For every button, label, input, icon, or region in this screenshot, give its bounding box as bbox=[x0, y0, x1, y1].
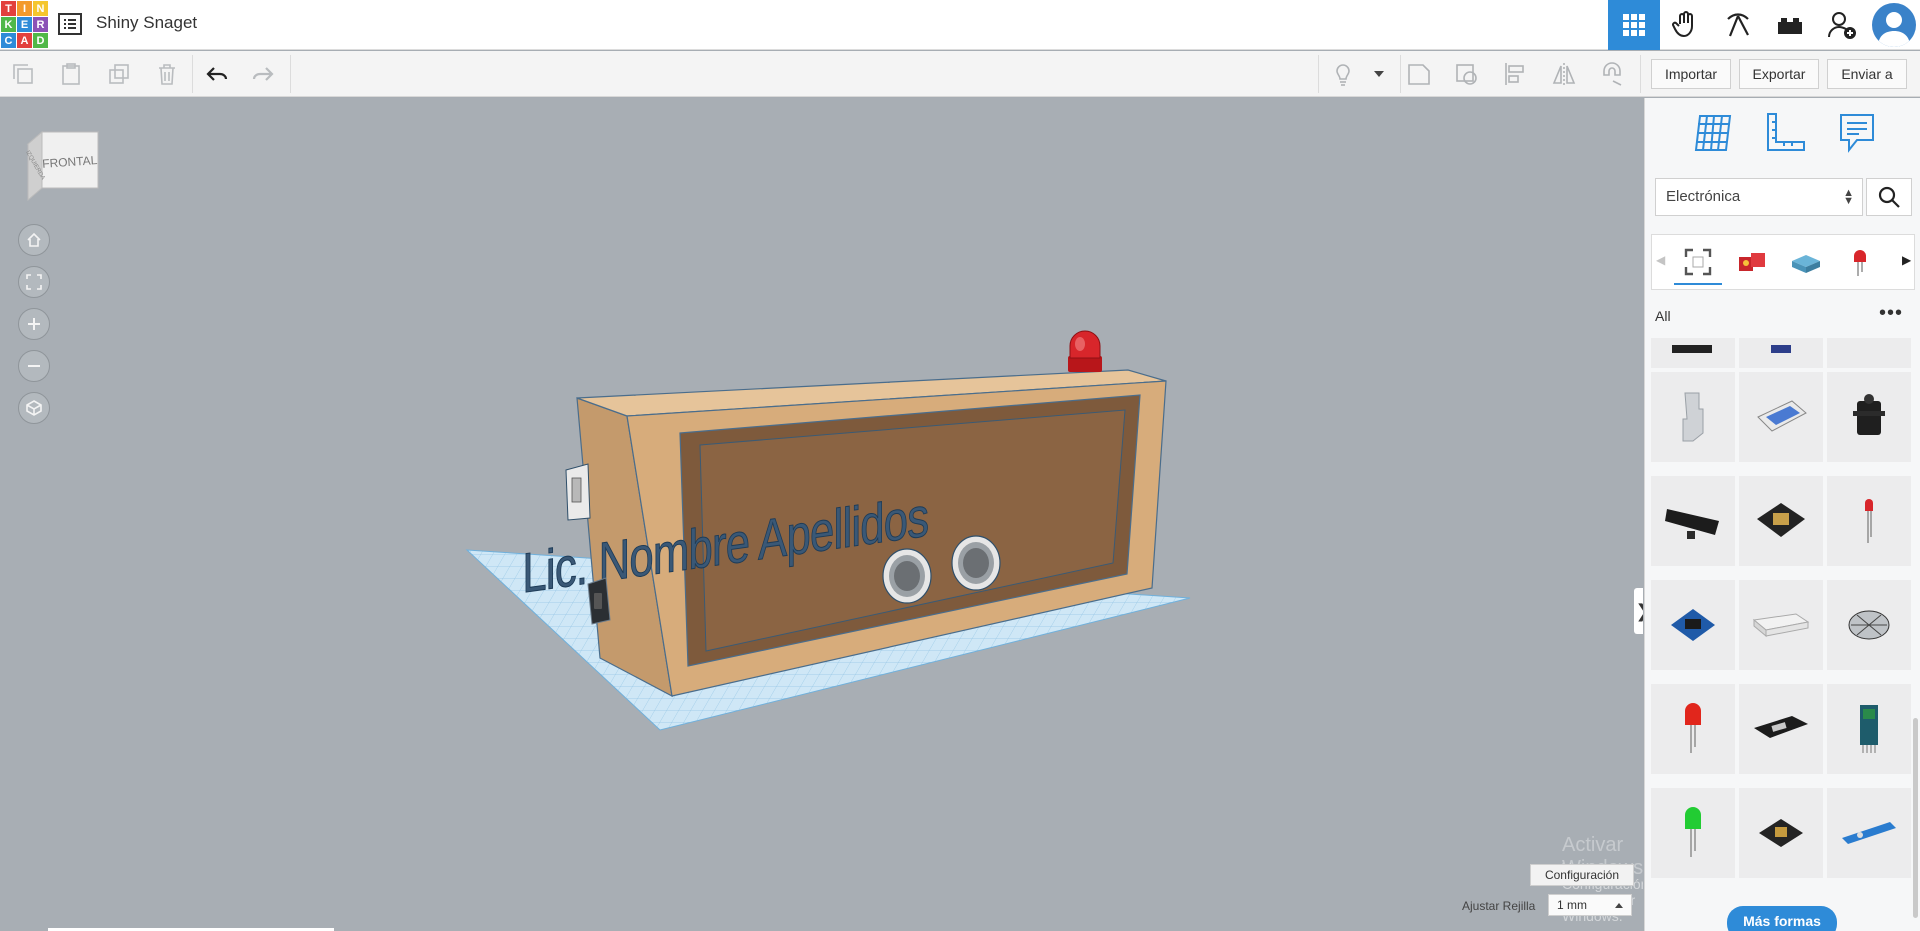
strip-right-arrow-icon[interactable]: ▶ bbox=[1902, 253, 1912, 269]
breakout-board-tile[interactable] bbox=[1739, 684, 1825, 776]
import-button[interactable]: Importar bbox=[1651, 59, 1731, 89]
shape-category-strip: ◀ ▶ bbox=[1651, 234, 1915, 290]
send-to-button[interactable]: Enviar a bbox=[1827, 59, 1907, 89]
paste-icon[interactable] bbox=[58, 61, 84, 87]
microcontroller-board-tile[interactable] bbox=[1739, 476, 1825, 568]
green-led-tile[interactable] bbox=[1651, 788, 1737, 880]
logo-letter: D bbox=[33, 33, 48, 48]
settings-button[interactable]: Configuración bbox=[1530, 864, 1634, 886]
battery-holder-tile[interactable] bbox=[1739, 580, 1825, 672]
3d-scene[interactable]: Lic. Nombre Apellidos bbox=[0, 98, 1643, 931]
top-bar: TIN KER CAD Shiny Snaget bbox=[0, 0, 1920, 50]
ruler-icon[interactable] bbox=[1762, 110, 1808, 156]
snap-grid-select[interactable]: 1 mm bbox=[1548, 894, 1632, 916]
add-user-icon[interactable] bbox=[1816, 0, 1868, 50]
usb-port[interactable] bbox=[565, 463, 591, 521]
logo-letter: C bbox=[1, 33, 16, 48]
robot-shapes-tab[interactable] bbox=[1728, 241, 1776, 285]
sensor-strip-tile[interactable] bbox=[1827, 788, 1913, 880]
power-switch[interactable] bbox=[587, 577, 611, 625]
pickaxe-icon[interactable] bbox=[1712, 0, 1764, 50]
chevron-up-icon bbox=[1615, 903, 1623, 908]
lcd-display-tile[interactable] bbox=[1739, 372, 1825, 464]
logo-letter: R bbox=[33, 17, 48, 32]
shape-category-select[interactable]: Electrónica ▲ ▼ bbox=[1655, 178, 1863, 216]
logo-letter: A bbox=[17, 33, 32, 48]
light-bulb-icon[interactable] bbox=[1330, 61, 1356, 87]
mirror-icon[interactable] bbox=[1551, 61, 1577, 87]
copy-icon[interactable] bbox=[10, 61, 36, 87]
workplane-icon[interactable] bbox=[1690, 110, 1736, 156]
sensor-shapes-tab[interactable] bbox=[1782, 241, 1830, 285]
top-nav bbox=[1608, 0, 1920, 50]
align-icon[interactable] bbox=[1503, 61, 1529, 87]
vibration-motor-tile[interactable] bbox=[1827, 580, 1913, 672]
strip-left-arrow-icon[interactable]: ◀ bbox=[1656, 253, 1666, 269]
ungroup-shape-icon[interactable] bbox=[1454, 61, 1480, 87]
logo-letter: I bbox=[17, 1, 32, 16]
duplicate-icon[interactable] bbox=[106, 61, 132, 87]
red-led[interactable] bbox=[1068, 330, 1102, 372]
delete-icon[interactable] bbox=[154, 61, 180, 87]
tinkercad-logo[interactable]: TIN KER CAD bbox=[0, 0, 48, 48]
export-button[interactable]: Exportar bbox=[1739, 59, 1819, 89]
logo-letter: E bbox=[17, 17, 32, 32]
logo-letter: N bbox=[33, 1, 48, 16]
led-shapes-tab[interactable] bbox=[1836, 241, 1884, 285]
snap-grid-value: 1 mm bbox=[1557, 898, 1587, 912]
edit-toolbar: Importar Exportar Enviar a bbox=[0, 51, 1920, 97]
undo-icon[interactable] bbox=[204, 61, 230, 87]
more-options-icon[interactable]: ••• bbox=[1879, 303, 1903, 323]
shape-category-value: Electrónica bbox=[1666, 188, 1741, 205]
panel-scrollbar[interactable] bbox=[1913, 718, 1918, 918]
user-avatar-icon[interactable] bbox=[1868, 0, 1920, 50]
red-led-tile[interactable] bbox=[1827, 476, 1913, 568]
tinker-hand-icon[interactable] bbox=[1660, 0, 1712, 50]
magnet-icon[interactable] bbox=[1599, 61, 1625, 87]
speaker-bar-tile[interactable] bbox=[1651, 476, 1737, 568]
shape-tile[interactable] bbox=[1651, 338, 1737, 370]
motor-driver-tile[interactable] bbox=[1651, 580, 1737, 672]
all-shapes-tab[interactable] bbox=[1674, 241, 1722, 285]
notes-icon[interactable] bbox=[1834, 110, 1880, 156]
wifi-board-tile[interactable] bbox=[1739, 788, 1825, 880]
redo-icon[interactable] bbox=[250, 61, 276, 87]
logo-letter: K bbox=[1, 17, 16, 32]
design-list-icon[interactable] bbox=[58, 13, 82, 35]
shapes-panel: Electrónica ▲ ▼ ◀ ▶ All ••• Más formas bbox=[1644, 98, 1920, 931]
collapse-panel-icon[interactable]: ❯ bbox=[1634, 588, 1643, 634]
shape-tile[interactable] bbox=[1739, 338, 1825, 370]
grid-view-icon[interactable] bbox=[1608, 0, 1660, 50]
workplane-viewport[interactable]: FRONTAL IZQUIERDA Lic. Nombre Apellidos … bbox=[0, 98, 1643, 931]
chevron-down-icon[interactable] bbox=[1366, 61, 1392, 87]
servo-motor-tile[interactable] bbox=[1827, 372, 1913, 464]
red-led-5mm-tile[interactable] bbox=[1651, 684, 1737, 776]
design-title[interactable]: Shiny Snaget bbox=[96, 13, 197, 33]
logo-letter: T bbox=[1, 1, 16, 16]
select-arrows-icon: ▲ ▼ bbox=[1843, 187, 1854, 207]
servo-bracket-tile[interactable] bbox=[1651, 372, 1737, 464]
shape-grid bbox=[1651, 338, 1915, 931]
snap-grid-label: Ajustar Rejilla bbox=[1462, 899, 1536, 913]
group-shape-icon[interactable] bbox=[1406, 61, 1432, 87]
filter-label: All bbox=[1655, 308, 1671, 324]
search-icon[interactable] bbox=[1866, 178, 1912, 216]
bricks-icon[interactable] bbox=[1764, 0, 1816, 50]
more-shapes-button[interactable]: Más formas bbox=[1727, 906, 1837, 931]
bluetooth-module-tile[interactable] bbox=[1827, 684, 1913, 776]
shape-tile[interactable] bbox=[1827, 338, 1913, 370]
